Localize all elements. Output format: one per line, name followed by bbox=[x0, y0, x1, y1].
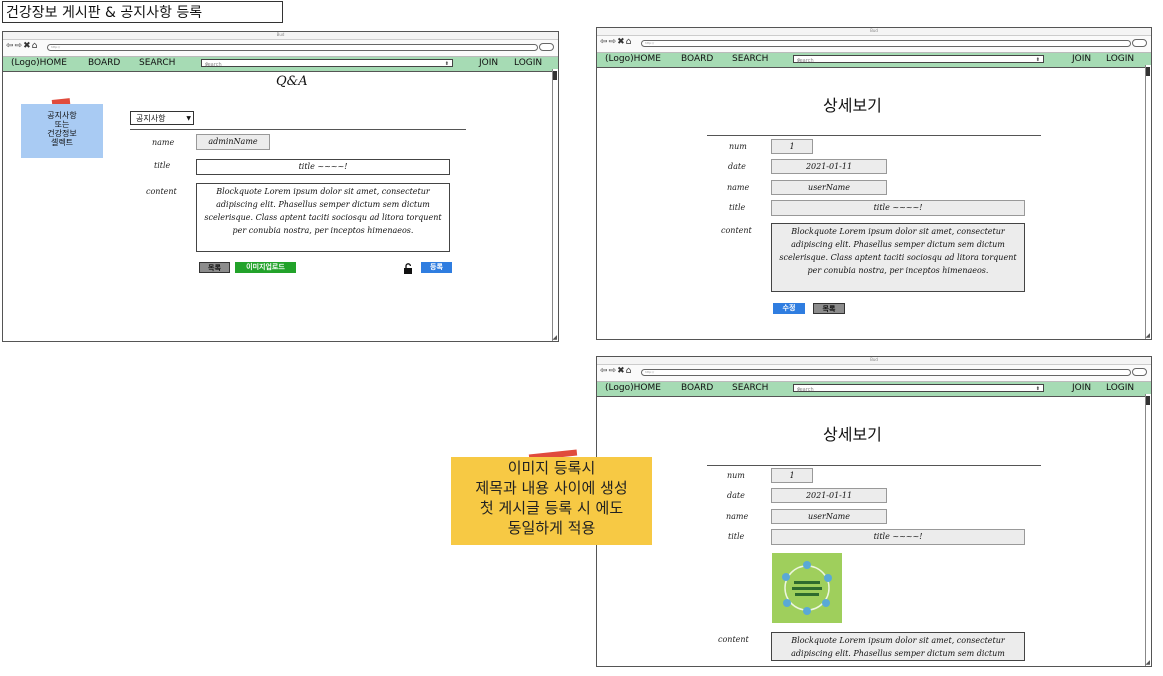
submit-button[interactable]: 등록 bbox=[421, 262, 452, 273]
title-value: title ~~~~! bbox=[771, 529, 1025, 545]
browser-nav-icons[interactable]: ⇦⇨✖⌂ bbox=[6, 41, 38, 51]
category-select[interactable]: 공지사항 ▼ bbox=[130, 111, 194, 125]
edit-button[interactable]: 수정 bbox=[773, 303, 805, 314]
date-value: 2021-01-11 bbox=[771, 488, 887, 503]
nav-search[interactable]: SEARCH bbox=[732, 383, 768, 393]
nav-login[interactable]: LOGIN bbox=[514, 58, 542, 68]
window-titlebar: Bud bbox=[597, 28, 1151, 36]
address-row: ⇦⇨✖⌂ http:// bbox=[597, 36, 1151, 53]
top-nav: (Logo)HOME BOARD SEARCH ⚲ search ⬍ JOIN … bbox=[597, 382, 1151, 397]
nav-board[interactable]: BOARD bbox=[681, 383, 713, 393]
browser-window-detail-image: Bud ⇦⇨✖⌂ http:// (Logo)HOME BOARD SEARCH… bbox=[596, 356, 1152, 667]
nav-board[interactable]: BOARD bbox=[88, 58, 120, 68]
name-label: name bbox=[727, 183, 750, 192]
divider bbox=[130, 129, 466, 130]
divider bbox=[707, 135, 1041, 136]
content-label: content bbox=[146, 187, 177, 196]
content-label: content bbox=[721, 226, 752, 235]
dropdown-icon: ⬍ bbox=[1035, 386, 1040, 392]
browser-menu-knob[interactable] bbox=[1132, 39, 1147, 47]
date-value: 2021-01-11 bbox=[771, 159, 887, 174]
detail-heading: 상세보기 bbox=[823, 96, 882, 115]
title-label: title bbox=[729, 203, 746, 212]
sticky-note-select: 공지사항 또는 건강정보 셀렉트 bbox=[21, 104, 103, 158]
browser-nav-icons[interactable]: ⇦⇨✖⌂ bbox=[600, 366, 632, 376]
nav-home[interactable]: (Logo)HOME bbox=[605, 383, 661, 393]
browser-window-write: Bud ⇦⇨✖⌂ http:// (Logo)HOME BOARD SEARCH… bbox=[2, 31, 559, 342]
nav-home[interactable]: (Logo)HOME bbox=[11, 58, 67, 68]
dropdown-icon: ⬍ bbox=[444, 61, 449, 67]
nav-login[interactable]: LOGIN bbox=[1106, 54, 1134, 64]
chevron-down-icon: ▼ bbox=[186, 115, 191, 122]
name-value: userName bbox=[771, 509, 887, 524]
nav-home[interactable]: (Logo)HOME bbox=[605, 54, 661, 64]
content-label: content bbox=[718, 635, 749, 644]
vertical-scrollbar[interactable] bbox=[552, 69, 558, 341]
sticky-note-image: 이미지 등록시 제목과 내용 사이에 생성 첫 게시글 등록 시 에도 동일하게… bbox=[451, 457, 652, 545]
title-label: title bbox=[154, 161, 171, 170]
form-heading: Q&A bbox=[276, 74, 308, 89]
url-bar[interactable]: http:// bbox=[641, 369, 1131, 376]
resize-corner-icon[interactable]: ◢ bbox=[552, 334, 557, 341]
divider bbox=[707, 465, 1041, 466]
resize-corner-icon[interactable]: ◢ bbox=[1145, 332, 1150, 339]
nav-search[interactable]: SEARCH bbox=[139, 58, 175, 68]
content-value: Blockquote Lorem ipsum dolor sit amet, c… bbox=[771, 223, 1025, 292]
name-field[interactable]: adminName bbox=[196, 134, 270, 150]
search-input[interactable]: ⚲ search ⬍ bbox=[201, 59, 453, 68]
image-illustration bbox=[782, 561, 832, 615]
nav-search[interactable]: SEARCH bbox=[732, 54, 768, 64]
window-titlebar: Bud bbox=[3, 32, 558, 40]
nav-join[interactable]: JOIN bbox=[479, 58, 498, 68]
page-title: 건강장보 게시판 & 공지사항 등록 bbox=[2, 1, 283, 23]
num-label: num bbox=[729, 142, 747, 151]
search-input[interactable]: ⚲ search ⬍ bbox=[793, 55, 1044, 64]
nav-join[interactable]: JOIN bbox=[1072, 54, 1091, 64]
dropdown-icon: ⬍ bbox=[1035, 57, 1040, 63]
nav-join[interactable]: JOIN bbox=[1072, 383, 1091, 393]
num-value: 1 bbox=[771, 139, 813, 154]
address-row: ⇦⇨✖⌂ http:// bbox=[3, 40, 558, 57]
search-input[interactable]: ⚲ search ⬍ bbox=[793, 384, 1044, 393]
unlock-icon[interactable] bbox=[403, 260, 413, 279]
list-button[interactable]: 목록 bbox=[813, 303, 845, 314]
window-titlebar: Bud bbox=[597, 357, 1151, 365]
browser-nav-icons[interactable]: ⇦⇨✖⌂ bbox=[600, 37, 632, 47]
address-row: ⇦⇨✖⌂ http:// bbox=[597, 365, 1151, 382]
content-textarea[interactable]: Blockquote Lorem ipsum dolor sit amet, c… bbox=[196, 183, 450, 252]
content-value: Blockquote Lorem ipsum dolor sit amet, c… bbox=[771, 632, 1025, 661]
detail-heading: 상세보기 bbox=[823, 425, 882, 444]
browser-window-detail: Bud ⇦⇨✖⌂ http:// (Logo)HOME BOARD SEARCH… bbox=[596, 27, 1152, 340]
resize-corner-icon[interactable]: ◢ bbox=[1145, 659, 1150, 666]
vertical-scrollbar[interactable] bbox=[1145, 65, 1151, 339]
browser-menu-knob[interactable] bbox=[539, 43, 554, 51]
top-nav: (Logo)HOME BOARD SEARCH ⚲ search ⬍ JOIN … bbox=[3, 57, 558, 72]
name-label: name bbox=[152, 138, 175, 147]
url-bar[interactable]: http:// bbox=[641, 40, 1131, 47]
name-label: name bbox=[726, 512, 749, 521]
num-label: num bbox=[727, 471, 745, 480]
url-bar[interactable]: http:// bbox=[47, 44, 538, 51]
browser-menu-knob[interactable] bbox=[1132, 368, 1147, 376]
nav-login[interactable]: LOGIN bbox=[1106, 383, 1134, 393]
image-upload-button[interactable]: 이미지업로드 bbox=[235, 262, 296, 273]
list-button[interactable]: 목록 bbox=[199, 262, 230, 273]
num-value: 1 bbox=[771, 468, 813, 483]
top-nav: (Logo)HOME BOARD SEARCH ⚲ search ⬍ JOIN … bbox=[597, 53, 1151, 68]
nav-board[interactable]: BOARD bbox=[681, 54, 713, 64]
date-label: date bbox=[727, 491, 745, 500]
date-label: date bbox=[728, 162, 746, 171]
title-input[interactable]: title ~~~~! bbox=[196, 159, 450, 175]
title-value: title ~~~~! bbox=[771, 200, 1025, 216]
vertical-scrollbar[interactable] bbox=[1145, 394, 1151, 666]
attached-image[interactable] bbox=[772, 553, 842, 623]
name-value: userName bbox=[771, 180, 887, 195]
title-label: title bbox=[728, 532, 745, 541]
